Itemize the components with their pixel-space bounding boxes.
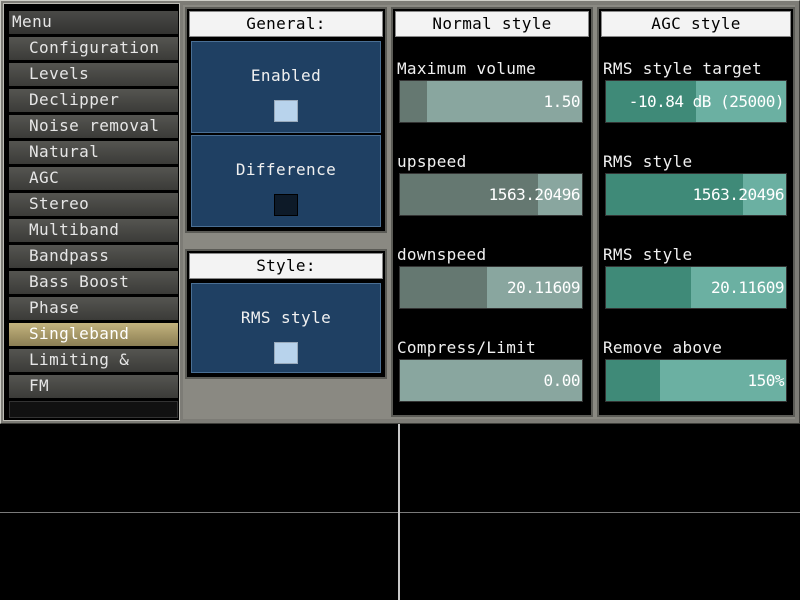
sidebar-item-levels[interactable]: Levels — [9, 63, 178, 86]
difference-checkbox[interactable] — [274, 194, 298, 216]
normal-param-label: upspeed — [397, 152, 467, 171]
sidebar-item-stereo[interactable]: Stereo — [9, 193, 178, 216]
style-panel: Style: RMS style — [185, 249, 387, 379]
agc-param-label: RMS style target — [603, 59, 762, 78]
sidebar-item-fm[interactable]: FM — [9, 375, 178, 398]
normal-param-label: downspeed — [397, 245, 487, 264]
agc-param-slider[interactable]: -10.84 dB (25000) — [605, 80, 787, 123]
general-panel-title: General: — [189, 11, 383, 37]
normal-param-slider[interactable]: 20.11609 — [399, 266, 583, 309]
slider-fill — [606, 267, 691, 308]
difference-toggle[interactable]: Difference — [191, 135, 381, 227]
content-area: General: Enabled Difference Style: RMS s… — [183, 5, 795, 419]
menu-header: Menu — [9, 11, 178, 34]
sidebar-item-agc[interactable]: AGC — [9, 167, 178, 190]
normal-style-title: Normal style — [395, 11, 589, 37]
sidebar-item-declipper[interactable]: Declipper — [9, 89, 178, 112]
left-meter-midline — [0, 512, 398, 513]
enabled-checkbox[interactable] — [274, 100, 298, 122]
general-panel: General: Enabled Difference — [185, 7, 387, 233]
slider-value: 0.00 — [543, 371, 580, 390]
sidebar-item-phase[interactable]: Phase — [9, 297, 178, 320]
style-panel-title: Style: — [189, 253, 383, 279]
slider-value: -10.84 dB (25000) — [628, 92, 785, 111]
meter-area — [0, 424, 800, 600]
sidebar-menu: Menu Configuration Levels Declipper Noise r… — [3, 3, 180, 421]
slider-value: 150% — [747, 371, 784, 390]
agc-param-label: RMS style — [603, 152, 693, 171]
menu-empty-slot — [9, 401, 178, 418]
sidebar-item-singleband[interactable]: Singleband — [9, 323, 178, 346]
normal-style-panel: Normal style Maximum volume 1.50 upspeed 15… — [391, 7, 593, 417]
slider-fill — [400, 81, 428, 122]
enabled-toggle[interactable]: Enabled — [191, 41, 381, 133]
agc-param-slider[interactable]: 1563.20496 — [605, 173, 787, 216]
slider-fill — [400, 267, 488, 308]
agc-style-title: AGC style — [601, 11, 791, 37]
agc-param-slider[interactable]: 150% — [605, 359, 787, 402]
sidebar-item-multiband[interactable]: Multiband — [9, 219, 178, 242]
main-window: Menu Configuration Levels Declipper Noise r… — [0, 0, 800, 424]
normal-param-label: Maximum volume — [397, 59, 537, 78]
agc-style-panel: AGC style RMS style target -10.84 dB (250… — [597, 7, 795, 417]
enabled-label: Enabled — [250, 66, 322, 85]
slider-value: 1563.20496 — [488, 185, 581, 204]
difference-label: Difference — [235, 160, 337, 179]
rms-style-checkbox[interactable] — [274, 342, 298, 364]
slider-value: 20.11609 — [506, 278, 581, 297]
sidebar-item-limiting[interactable]: Limiting & — [9, 349, 178, 372]
sidebar-item-configuration[interactable]: Configuration — [9, 37, 178, 60]
right-meter-midline — [400, 512, 800, 513]
rms-style-label: RMS style — [240, 308, 332, 327]
agc-param-slider[interactable]: 20.11609 — [605, 266, 787, 309]
normal-param-slider[interactable]: 1.50 — [399, 80, 583, 123]
slider-value: 1563.20496 — [692, 185, 785, 204]
sidebar-item-bandpass[interactable]: Bandpass — [9, 245, 178, 268]
slider-value: 20.11609 — [710, 278, 785, 297]
agc-param-label: Remove above — [603, 338, 723, 357]
normal-param-label: Compress/Limit — [397, 338, 537, 357]
slider-value: 1.50 — [543, 92, 580, 111]
slider-fill — [606, 360, 660, 401]
rms-style-toggle[interactable]: RMS style — [191, 283, 381, 373]
sidebar-item-bass-boost[interactable]: Bass Boost — [9, 271, 178, 294]
sidebar-item-natural[interactable]: Natural — [9, 141, 178, 164]
normal-param-slider[interactable]: 0.00 — [399, 359, 583, 402]
agc-param-label: RMS style — [603, 245, 693, 264]
sidebar-item-noise-removal[interactable]: Noise removal — [9, 115, 178, 138]
normal-param-slider[interactable]: 1563.20496 — [399, 173, 583, 216]
